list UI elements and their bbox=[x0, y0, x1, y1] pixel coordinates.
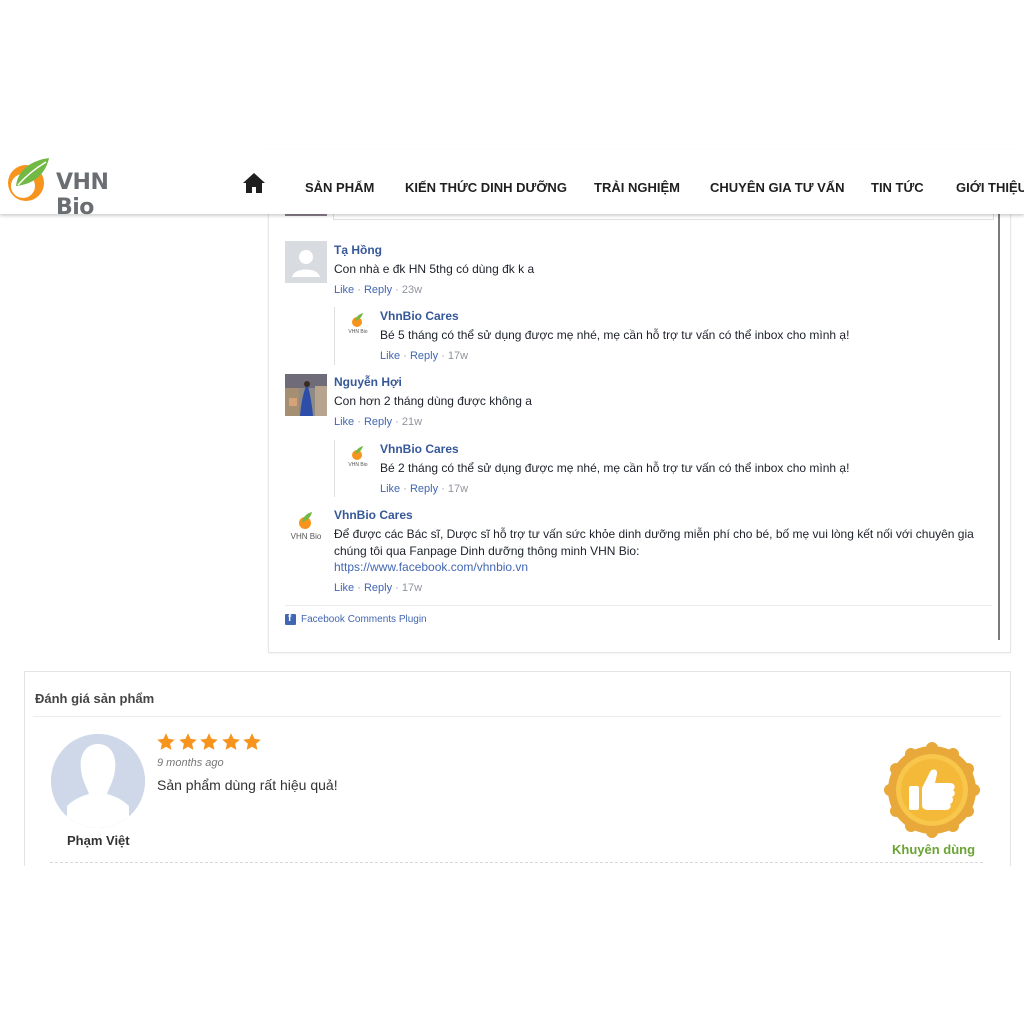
fanpage-link[interactable]: https://www.facebook.com/vhnbio.vn bbox=[334, 559, 528, 576]
separator: · bbox=[357, 284, 361, 296]
like-link[interactable]: Like bbox=[334, 582, 354, 594]
commenter-name[interactable]: VhnBio Cares bbox=[380, 309, 459, 323]
home-icon[interactable] bbox=[242, 172, 266, 194]
nav-item-nutrition-knowledge[interactable]: KIẾN THỨC DINH DƯỠNG bbox=[405, 180, 567, 195]
reply-thread-line bbox=[334, 307, 335, 365]
vhnbio-avatar-icon[interactable]: VHN Bio bbox=[340, 307, 376, 343]
divider bbox=[285, 605, 992, 606]
svg-text:VHN Bio: VHN Bio bbox=[291, 532, 322, 541]
star-icon bbox=[200, 733, 218, 750]
user-photo-avatar[interactable] bbox=[285, 374, 327, 416]
star-icon bbox=[178, 733, 197, 750]
default-avatar-icon[interactable] bbox=[285, 241, 327, 283]
separator: · bbox=[403, 350, 407, 362]
rating-section-title: Đánh giá sản phẩm bbox=[35, 691, 155, 706]
commenter-name[interactable]: VhnBio Cares bbox=[334, 508, 413, 522]
like-link[interactable]: Like bbox=[380, 350, 400, 362]
nav-item-experience[interactable]: TRẢI NGHIỆM bbox=[594, 180, 680, 195]
separator: · bbox=[441, 350, 445, 362]
reviewer-name: Phạm Việt bbox=[67, 833, 130, 848]
review-text: Sản phẩm dùng rất hiệu quả! bbox=[157, 777, 338, 793]
vhnbio-avatar-icon[interactable]: VHN Bio bbox=[340, 440, 376, 476]
comment-actions: Like · Reply · 17w bbox=[380, 350, 468, 362]
scrollbar[interactable] bbox=[998, 214, 1000, 640]
separator: · bbox=[441, 483, 445, 495]
star-icon bbox=[243, 733, 261, 750]
default-user-icon bbox=[51, 734, 145, 828]
separator: · bbox=[357, 582, 361, 594]
separator: · bbox=[395, 582, 399, 594]
comment-time: 21w bbox=[401, 416, 423, 428]
comment-text: Con nhà e đk HN 5thg có dùng đk k a bbox=[334, 262, 535, 276]
nav-item-expert-advice[interactable]: CHUYÊN GIA TƯ VẤN bbox=[710, 180, 845, 195]
comment-actions: Like · Reply · 23w bbox=[334, 284, 422, 296]
reply-link[interactable]: Reply bbox=[364, 416, 392, 428]
leaf-logo-icon bbox=[8, 158, 49, 201]
commenter-name[interactable]: Nguyễn Hợi bbox=[334, 375, 402, 389]
comment-text: Bé 5 tháng có thể sử dụng được mẹ nhé, m… bbox=[380, 328, 850, 342]
separator: · bbox=[395, 284, 399, 296]
site-header: VHN Bio SẢN PHẨM KIẾN THỨC DINH DƯỠNG TR… bbox=[0, 150, 1024, 220]
divider bbox=[33, 716, 1001, 717]
svg-text:VHN Bio: VHN Bio bbox=[348, 462, 367, 468]
facebook-icon: f bbox=[285, 613, 296, 625]
reviewer-avatar bbox=[51, 734, 145, 828]
reply-link[interactable]: Reply bbox=[364, 582, 392, 594]
site-logo[interactable]: VHN Bio bbox=[6, 156, 151, 220]
commenter-name[interactable]: VhnBio Cares bbox=[380, 442, 459, 456]
comment-time: 23w bbox=[401, 284, 423, 296]
like-link[interactable]: Like bbox=[380, 483, 400, 495]
reply-link[interactable]: Reply bbox=[410, 483, 438, 495]
comment-text: Bé 2 tháng có thể sử dụng được mẹ nhé, m… bbox=[380, 461, 850, 475]
product-rating-section: Đánh giá sản phẩm bbox=[24, 671, 1011, 872]
comment-actions: Like · Reply · 21w bbox=[334, 416, 422, 428]
nav-item-about[interactable]: GIỚI THIỆU bbox=[956, 180, 1024, 195]
comment-time: 17w bbox=[447, 483, 469, 495]
separator: · bbox=[395, 416, 399, 428]
comment-time: 17w bbox=[401, 582, 423, 594]
separator: · bbox=[403, 483, 407, 495]
reply-link[interactable]: Reply bbox=[410, 350, 438, 362]
star-icon bbox=[157, 733, 175, 750]
brand-name: VHN Bio bbox=[56, 170, 109, 220]
fb-plugin-label[interactable]: Facebook Comments Plugin bbox=[301, 614, 427, 625]
comment-text: Con hơn 2 tháng dùng được không a bbox=[334, 394, 532, 408]
svg-text:VHN Bio: VHN Bio bbox=[348, 329, 367, 335]
recommended-badge-label: Khuyên dùng bbox=[892, 842, 976, 857]
reply-link[interactable]: Reply bbox=[364, 284, 392, 296]
review-time: 9 months ago bbox=[157, 757, 224, 769]
nav-item-news[interactable]: TIN TỨC bbox=[871, 180, 924, 195]
reply-thread-line bbox=[334, 440, 335, 497]
vhnbio-avatar-icon[interactable]: VHN Bio bbox=[285, 506, 327, 548]
comment-actions: Like · Reply · 17w bbox=[334, 582, 422, 594]
comment-text-line-2: chúng tôi qua Fanpage Dinh dưỡng thông m… bbox=[334, 544, 640, 558]
thumbs-up-badge-icon bbox=[884, 742, 980, 838]
star-icon bbox=[221, 733, 240, 750]
separator: · bbox=[357, 416, 361, 428]
comment-actions: Like · Reply · 17w bbox=[380, 483, 468, 495]
comment-time: 17w bbox=[447, 350, 469, 362]
page-bottom bbox=[0, 866, 1024, 1024]
nav-item-products[interactable]: SẢN PHẨM bbox=[305, 180, 374, 195]
like-link[interactable]: Like bbox=[334, 284, 354, 296]
comment-text-line-1: Để được các Bác sĩ, Dược sĩ hỗ trợ tư vấ… bbox=[334, 527, 974, 541]
divider bbox=[50, 862, 983, 863]
commenter-name[interactable]: Tạ Hồng bbox=[334, 243, 382, 257]
like-link[interactable]: Like bbox=[334, 416, 354, 428]
